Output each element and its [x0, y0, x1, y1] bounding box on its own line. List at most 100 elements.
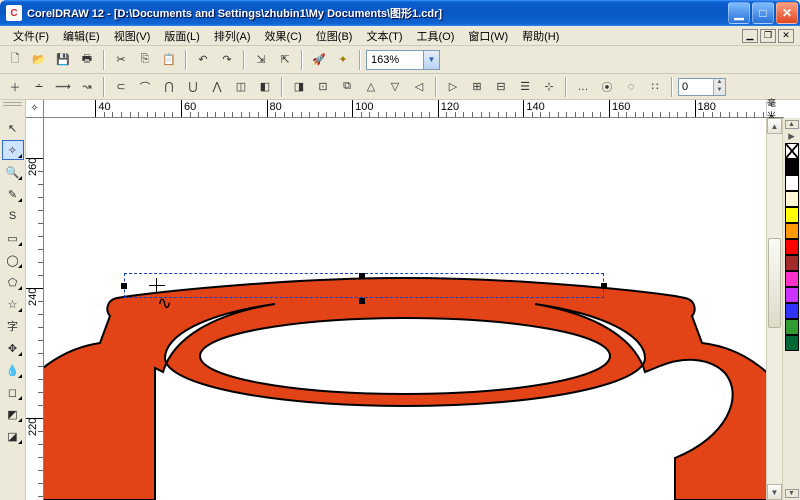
property-button[interactable]: ＋: [4, 76, 26, 98]
zoom-combo[interactable]: ▼: [366, 50, 440, 70]
scroll-down-button[interactable]: ▼: [767, 484, 782, 500]
ruler-origin[interactable]: ✧: [26, 100, 44, 118]
swatch-none[interactable]: [785, 143, 799, 159]
print-button[interactable]: 🖶: [76, 49, 98, 71]
node-value-input[interactable]: ▲▼: [678, 78, 726, 96]
property-button[interactable]: ↝: [76, 76, 98, 98]
new-button[interactable]: 🗋: [4, 49, 26, 71]
save-button[interactable]: 💾: [52, 49, 74, 71]
property-button[interactable]: ⊹: [538, 76, 560, 98]
property-button[interactable]: ⧉: [336, 76, 358, 98]
cut-button[interactable]: ✂: [110, 49, 132, 71]
property-button[interactable]: ◫: [230, 76, 252, 98]
rectangle-tool[interactable]: ▭: [2, 228, 24, 248]
redo-button[interactable]: ↷: [216, 49, 238, 71]
zoom-tool[interactable]: 🔍: [2, 162, 24, 182]
menu-window[interactable]: 窗口(W): [461, 26, 515, 46]
property-button[interactable]: ⋀: [206, 76, 228, 98]
paste-button[interactable]: 📋: [158, 49, 180, 71]
property-button[interactable]: ◁: [408, 76, 430, 98]
minimize-button[interactable]: ▁: [728, 2, 750, 24]
property-button[interactable]: ◌: [620, 76, 642, 98]
color-swatch[interactable]: [785, 159, 799, 175]
property-button[interactable]: ⊡: [312, 76, 334, 98]
mdi-close-button[interactable]: ✕: [778, 29, 794, 43]
color-swatch[interactable]: [785, 319, 799, 335]
app-launch-button[interactable]: 🚀: [308, 49, 330, 71]
color-swatch[interactable]: [785, 271, 799, 287]
selection-handle[interactable]: [601, 283, 607, 289]
property-button[interactable]: ⊂: [110, 76, 132, 98]
interactive-tool[interactable]: ✥: [2, 338, 24, 358]
menu-text[interactable]: 文本(T): [359, 26, 409, 46]
smartdraw-tool[interactable]: S: [2, 206, 24, 226]
mdi-minimize-button[interactable]: ▁: [742, 29, 758, 43]
property-button[interactable]: …: [572, 76, 594, 98]
eyedropper-tool[interactable]: 💧: [2, 360, 24, 380]
copy-button[interactable]: ⎘: [134, 49, 156, 71]
import-button[interactable]: ⇲: [250, 49, 272, 71]
ellipse-tool[interactable]: ◯: [2, 250, 24, 270]
property-button[interactable]: ▽: [384, 76, 406, 98]
scroll-thumb[interactable]: [768, 238, 781, 328]
menu-arrange[interactable]: 排列(A): [207, 26, 258, 46]
horizontal-ruler[interactable]: 406080100120140160180200: [44, 100, 766, 118]
property-button[interactable]: ∸: [28, 76, 50, 98]
property-button[interactable]: ☰: [514, 76, 536, 98]
property-button[interactable]: ▷: [442, 76, 464, 98]
property-button[interactable]: ∷: [644, 76, 666, 98]
color-swatch[interactable]: [785, 255, 799, 271]
undo-button[interactable]: ↶: [192, 49, 214, 71]
freehand-tool[interactable]: ✎: [2, 184, 24, 204]
interactive-fill-tool[interactable]: ◪: [2, 426, 24, 446]
selection-handle[interactable]: [121, 283, 127, 289]
property-button[interactable]: ⋃: [182, 76, 204, 98]
selection-handle[interactable]: [359, 298, 365, 304]
property-button[interactable]: ⌒: [134, 76, 156, 98]
property-button[interactable]: ⋂: [158, 76, 180, 98]
menu-help[interactable]: 帮助(H): [515, 26, 566, 46]
color-swatch[interactable]: [785, 335, 799, 351]
export-button[interactable]: ⇱: [274, 49, 296, 71]
menu-effects[interactable]: 效果(C): [258, 26, 309, 46]
color-swatch[interactable]: [785, 191, 799, 207]
open-button[interactable]: 📂: [28, 49, 50, 71]
property-button[interactable]: ⟿: [52, 76, 74, 98]
menu-edit[interactable]: 编辑(E): [56, 26, 107, 46]
mdi-restore-button[interactable]: ❐: [760, 29, 776, 43]
palette-down-button[interactable]: ▼: [785, 489, 799, 498]
vertical-scrollbar[interactable]: ▲ ▼: [766, 118, 782, 500]
property-button[interactable]: ◨: [288, 76, 310, 98]
fill-tool[interactable]: ◩: [2, 404, 24, 424]
zoom-input[interactable]: [367, 51, 423, 69]
pick-tool[interactable]: ↖: [2, 118, 24, 138]
menu-view[interactable]: 视图(V): [107, 26, 158, 46]
node-value-field[interactable]: [679, 79, 713, 95]
menu-tools[interactable]: 工具(O): [410, 26, 462, 46]
menu-bitmap[interactable]: 位图(B): [309, 26, 360, 46]
spin-up[interactable]: ▲: [713, 79, 725, 87]
menu-layout[interactable]: 版面(L): [157, 26, 206, 46]
color-swatch[interactable]: [785, 239, 799, 255]
toolbox-grip[interactable]: [3, 102, 22, 108]
polygon-tool[interactable]: ⬠: [2, 272, 24, 292]
palette-flyout-icon[interactable]: ▸: [785, 129, 799, 143]
scroll-up-button[interactable]: ▲: [767, 118, 782, 134]
shape-tool[interactable]: ✧: [2, 140, 24, 160]
property-button[interactable]: ⊞: [466, 76, 488, 98]
property-button[interactable]: ⊟: [490, 76, 512, 98]
property-button[interactable]: ⦿: [596, 76, 618, 98]
color-swatch[interactable]: [785, 303, 799, 319]
maximize-button[interactable]: □: [752, 2, 774, 24]
outline-tool[interactable]: ◻: [2, 382, 24, 402]
wizard-button[interactable]: ✦: [332, 49, 354, 71]
color-swatch[interactable]: [785, 175, 799, 191]
drawing-canvas[interactable]: ∿: [44, 118, 766, 500]
menu-file[interactable]: 文件(F): [6, 26, 56, 46]
spin-down[interactable]: ▼: [713, 87, 725, 95]
color-swatch[interactable]: [785, 287, 799, 303]
chevron-down-icon[interactable]: ▼: [423, 51, 439, 69]
property-button[interactable]: ◧: [254, 76, 276, 98]
selection-handle[interactable]: [359, 273, 365, 279]
color-swatch[interactable]: [785, 207, 799, 223]
